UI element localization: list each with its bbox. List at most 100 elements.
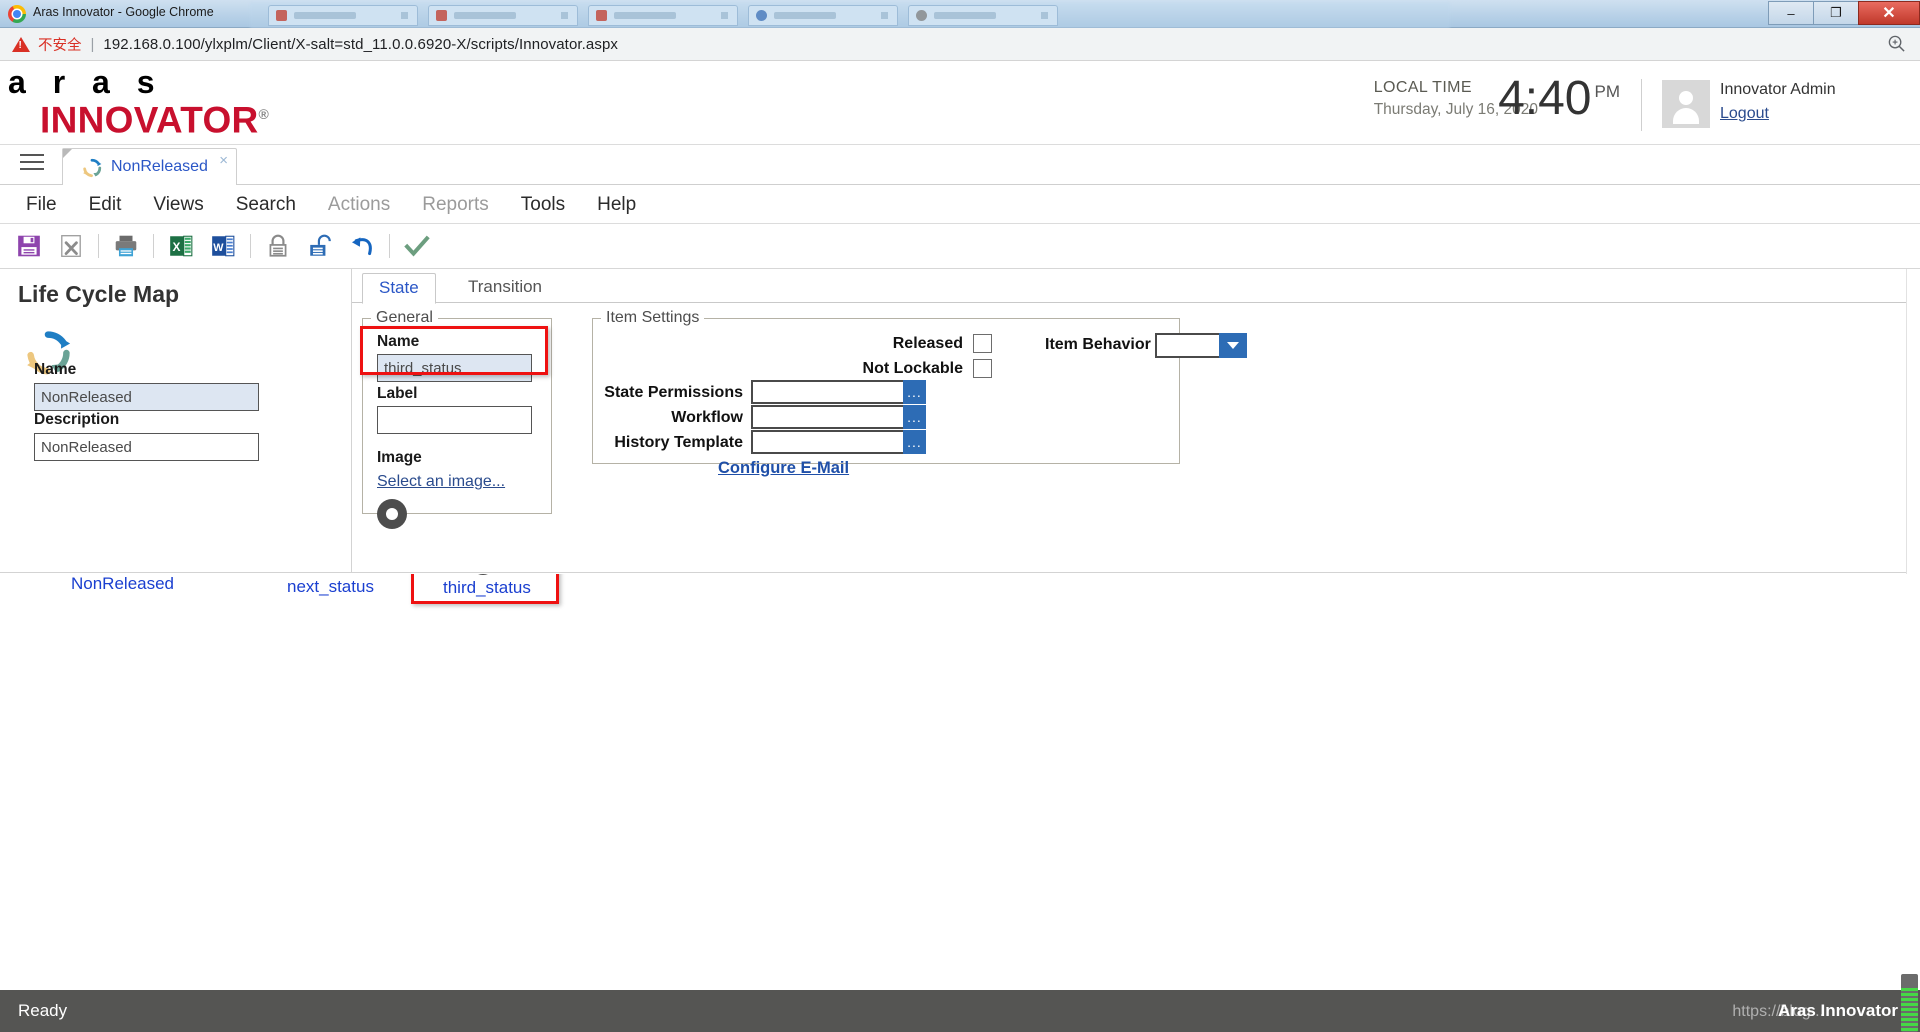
hamburger-icon[interactable] [20, 154, 44, 174]
state-permissions-input[interactable] [751, 380, 907, 404]
not-secure-warning-icon [12, 36, 30, 52]
life-cycle-map-panel: Life Cycle Map Name Description [0, 269, 352, 573]
item-behavior-dropdown-button[interactable] [1219, 333, 1247, 358]
avatar[interactable] [1662, 80, 1710, 128]
background-tab[interactable] [428, 5, 578, 26]
print-button[interactable] [105, 228, 147, 264]
workflow-label: Workflow [671, 409, 743, 426]
browser-address-bar[interactable]: 不安全 | 192.168.0.100/ylxplm/Client/X-salt… [0, 28, 1920, 61]
panel-description-label: Description [34, 411, 120, 428]
tab-close-icon[interactable] [1041, 12, 1048, 19]
released-checkbox[interactable] [973, 334, 992, 353]
tab-close-icon[interactable] [561, 12, 568, 19]
menu-item-file[interactable]: File [10, 192, 73, 218]
checkmark-icon [404, 235, 430, 257]
app-tab-nonreleased[interactable]: NonReleased × [62, 148, 237, 185]
tab-favicon-icon [916, 10, 927, 21]
clock-ampm: PM [1594, 82, 1621, 101]
content-scrollbar[interactable] [1906, 269, 1920, 575]
menu-item-edit[interactable]: Edit [73, 192, 138, 218]
background-tab[interactable] [748, 5, 898, 26]
save-floppy-icon [18, 235, 40, 257]
export-excel-button[interactable]: X [160, 228, 202, 264]
item-behavior-select[interactable] [1155, 333, 1223, 358]
status-bar: Ready https://blog... Aras Innovator [0, 990, 1920, 1032]
maximize-button[interactable]: ❐ [1813, 1, 1858, 25]
not-lockable-checkbox[interactable] [973, 359, 992, 378]
lock-button[interactable] [257, 228, 299, 264]
general-label-label: Label [377, 385, 418, 402]
general-image-label: Image [377, 449, 422, 466]
clock-time: 4:40 PM [1498, 71, 1620, 126]
status-app-name: Aras Innovator [1778, 1001, 1898, 1020]
zoom-in-icon[interactable] [1887, 34, 1906, 53]
menu-item-help[interactable]: Help [581, 192, 652, 218]
general-label-input[interactable] [377, 406, 532, 434]
history-template-picker-button[interactable]: ... [903, 430, 926, 454]
avatar-body-icon [1673, 108, 1699, 124]
tab-title-placeholder [774, 12, 836, 19]
panel-name-label: Name [34, 361, 77, 378]
item-settings-fieldset: Item Settings Released Not Lockable Stat… [592, 309, 1247, 477]
life-cycle-icon [83, 158, 102, 178]
user-name: Innovator Admin [1720, 81, 1836, 98]
logo-innovator-word: INNOVATOR [40, 99, 259, 141]
undo-arrow-icon [351, 237, 372, 256]
state-permissions-picker-button[interactable]: ... [903, 380, 926, 404]
window-title: Aras Innovator - Google Chrome [33, 5, 214, 19]
menu-item-actions[interactable]: Actions [312, 192, 406, 218]
done-button[interactable] [396, 228, 438, 264]
menu-item-reports[interactable]: Reports [406, 192, 505, 218]
tab-state[interactable]: State [362, 273, 436, 304]
tab-close-icon[interactable] [401, 12, 408, 19]
unlock-button[interactable] [299, 228, 341, 264]
background-tab[interactable] [588, 5, 738, 26]
panel-name-input[interactable] [34, 383, 259, 411]
tab-favicon-icon [276, 10, 287, 21]
word-icon: W [212, 235, 235, 257]
panel-name-field-group: Name [34, 361, 259, 411]
save-button[interactable] [8, 228, 50, 264]
url-text[interactable]: 192.168.0.100/ylxplm/Client/X-salt=std_1… [103, 36, 618, 53]
close-button[interactable]: ✕ [1858, 1, 1920, 25]
undo-button[interactable] [341, 228, 383, 264]
menu-item-views[interactable]: Views [137, 192, 219, 218]
omnibox-separator: | [90, 35, 95, 53]
state-node-label-next-status[interactable]: next_status [287, 577, 374, 597]
delete-button[interactable] [50, 228, 92, 264]
logout-link[interactable]: Logout [1720, 105, 1769, 123]
select-image-link[interactable]: Select an image... [377, 473, 505, 491]
ellipsis-icon: ... [907, 434, 922, 450]
item-settings-legend: Item Settings [606, 309, 700, 326]
state-node-inner [386, 508, 398, 520]
toolbar-separator [389, 234, 390, 258]
configure-email-link[interactable]: Configure E-Mail [718, 459, 849, 478]
mini-scrollbar[interactable] [1901, 974, 1918, 1032]
state-node-label-nonreleased[interactable]: NonReleased [71, 574, 174, 594]
tab-transition[interactable]: Transition [452, 273, 558, 304]
menu-item-tools[interactable]: Tools [505, 192, 581, 218]
toolbar-separator [98, 234, 99, 258]
sub-tab-bar: State Transition [352, 269, 1920, 304]
state-node-label-third-status[interactable]: third_status [443, 578, 531, 598]
background-tab[interactable] [908, 5, 1058, 26]
tab-close-icon[interactable] [721, 12, 728, 19]
minimize-button[interactable]: – [1768, 1, 1813, 25]
workflow-picker-button[interactable]: ... [903, 405, 926, 429]
panel-description-input[interactable] [34, 433, 259, 461]
tab-close-icon[interactable] [881, 12, 888, 19]
menu-item-search[interactable]: Search [220, 192, 312, 218]
life-cycle-diagram-canvas[interactable]: start NonReleased next_status Administra… [0, 574, 1920, 990]
svg-text:W: W [213, 242, 224, 254]
history-template-input[interactable] [751, 430, 907, 454]
app-tab-close-icon[interactable]: × [219, 152, 228, 169]
state-node-icon[interactable] [377, 499, 407, 529]
released-label: Released [892, 335, 963, 352]
item-behavior-label: Item Behavior [1045, 336, 1151, 353]
diagram-edges [0, 574, 700, 774]
workflow-input[interactable] [751, 405, 907, 429]
export-word-button[interactable]: W [202, 228, 244, 264]
tab-title-placeholder [934, 12, 996, 19]
avatar-head-icon [1679, 91, 1693, 105]
background-tab[interactable] [268, 5, 418, 26]
